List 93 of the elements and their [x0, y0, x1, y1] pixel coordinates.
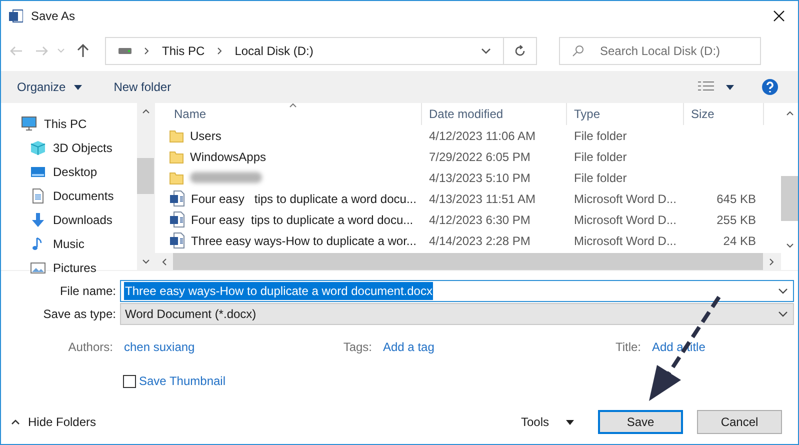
up-arrow-icon[interactable] [77, 44, 89, 58]
size-cell-text: 255 KB [716, 212, 756, 228]
caret-icon[interactable] [726, 84, 734, 90]
type-cell-text: File folder [573, 148, 628, 166]
sidebar-item[interactable]: Downloads [21, 208, 137, 232]
dropdown-icon[interactable] [481, 48, 491, 54]
help-icon[interactable] [762, 79, 778, 95]
checkbox[interactable] [123, 374, 136, 388]
type-cell-text: File folder [573, 128, 628, 144]
scrollbar-thumb[interactable] [781, 176, 798, 221]
field-label: File name: [58, 283, 117, 300]
folder-icon [169, 128, 184, 143]
hide-folders-button[interactable]: Hide Folders [11, 413, 96, 431]
file-name-field[interactable]: Three easy ways-How to duplicate a word document.docx [120, 280, 794, 302]
column-header[interactable]: Type [567, 103, 684, 125]
scrollbar[interactable] [137, 103, 154, 270]
close-icon[interactable] [772, 9, 786, 23]
date-cell-text: 4/12/2023 11:06 AM [428, 128, 537, 144]
size-cell-text: 24 KB [723, 232, 756, 250]
refresh-icon [514, 45, 526, 57]
down-arrow-icon [30, 212, 46, 228]
desktop-icon [30, 164, 46, 180]
meta-link[interactable]: chen suxiang [124, 340, 195, 354]
breadcrumb[interactable]: Local Disk (D:) [234, 42, 314, 60]
file-name[interactable]: WindowsApps [190, 148, 266, 166]
file-name[interactable]: Three easy ways-How to duplicate a wor... [191, 232, 416, 250]
address-bar[interactable]: This PC Local Disk (D:) [105, 37, 537, 65]
view-list-icon[interactable] [698, 81, 714, 93]
organize-menu[interactable]: Organize [17, 78, 82, 96]
type-cell-text: File folder [573, 170, 628, 186]
meta-link[interactable]: Add a tag [383, 340, 434, 354]
type-dropdown[interactable]: Word Document (*.docx) [120, 303, 794, 325]
save-button[interactable]: Save [598, 410, 683, 434]
sidebar-item[interactable]: Documents [21, 184, 137, 208]
sidebar-item[interactable]: Desktop [21, 160, 137, 184]
scroll-down-icon[interactable] [786, 243, 794, 249]
column-header[interactable]: Name [167, 103, 422, 125]
drive-icon [118, 47, 132, 55]
folder-icon [169, 149, 184, 164]
sidebar-item[interactable]: Pictures [21, 256, 137, 280]
size-cell-text: 645 KB [716, 190, 756, 208]
field-label: Save as type: [42, 306, 117, 323]
date-cell-text: 7/29/2022 6:05 PM [428, 148, 532, 166]
word-document-icon [169, 190, 185, 207]
word-icon [9, 9, 23, 23]
sort-caret-icon [289, 103, 297, 108]
chevron-right-icon [216, 47, 223, 55]
scroll-right-icon[interactable] [769, 258, 775, 266]
picture-icon [30, 260, 46, 276]
file-name[interactable]: Four easy tips to duplicate a word docu... [191, 210, 414, 228]
breadcrumb[interactable]: This PC [162, 42, 205, 60]
type-cell-text: Microsoft Word D... [573, 190, 678, 208]
tools-menu[interactable]: Tools [520, 413, 574, 431]
file-name[interactable]: Users [190, 126, 222, 144]
search-field[interactable]: Search Local Disk (D:) [559, 37, 761, 65]
scroll-left-icon[interactable] [161, 258, 167, 266]
date-cell-text: 4/12/2023 6:30 PM [428, 212, 532, 228]
word-document-icon [169, 211, 185, 228]
caret-icon [566, 420, 574, 424]
meta-label: Title: [615, 339, 641, 356]
document-icon [30, 188, 46, 204]
caret-icon [74, 84, 82, 90]
organize-label: Organize [17, 79, 66, 96]
scroll-up-icon[interactable] [786, 110, 794, 116]
window-title: Save As [31, 8, 76, 25]
scroll-down-icon[interactable] [142, 259, 150, 265]
new-folder-button[interactable]: New folder [114, 78, 172, 96]
column-header[interactable]: Date modified [422, 103, 567, 125]
type-cell-text: Microsoft Word D... [573, 212, 678, 228]
file-name[interactable]: Four easy tips to duplicate a word docu... [191, 190, 416, 208]
word-document-icon [169, 232, 185, 249]
scroll-up-icon[interactable] [142, 108, 150, 114]
meta-label: Authors: [68, 339, 113, 356]
cube-icon [30, 140, 46, 156]
sidebar-item[interactable]: This PC [21, 112, 137, 136]
scrollbar-thumb[interactable] [137, 158, 154, 194]
type-cell-text: Microsoft Word D... [573, 232, 678, 250]
dropdown-icon[interactable] [778, 311, 788, 317]
column-header[interactable]: Size [684, 103, 764, 125]
date-cell-text: 4/13/2023 11:51 AM [428, 190, 537, 208]
checkbox-label[interactable]: Save Thumbnail [139, 372, 226, 390]
sidebar-item[interactable]: Music [21, 232, 137, 256]
date-cell-text: 4/13/2023 5:10 PM [428, 170, 532, 186]
chevron-right-icon [144, 47, 150, 55]
search-icon [572, 45, 584, 57]
sidebar-item[interactable]: 3D Objects [21, 136, 137, 160]
chevron-up-icon [11, 419, 20, 425]
cancel-button[interactable]: Cancel [697, 410, 782, 434]
monitor-icon [21, 116, 37, 132]
meta-label: Tags: [343, 339, 372, 356]
dropdown-icon[interactable] [778, 288, 788, 294]
date-cell-text: 4/14/2023 2:28 PM [428, 232, 532, 250]
folder-icon [169, 170, 184, 185]
